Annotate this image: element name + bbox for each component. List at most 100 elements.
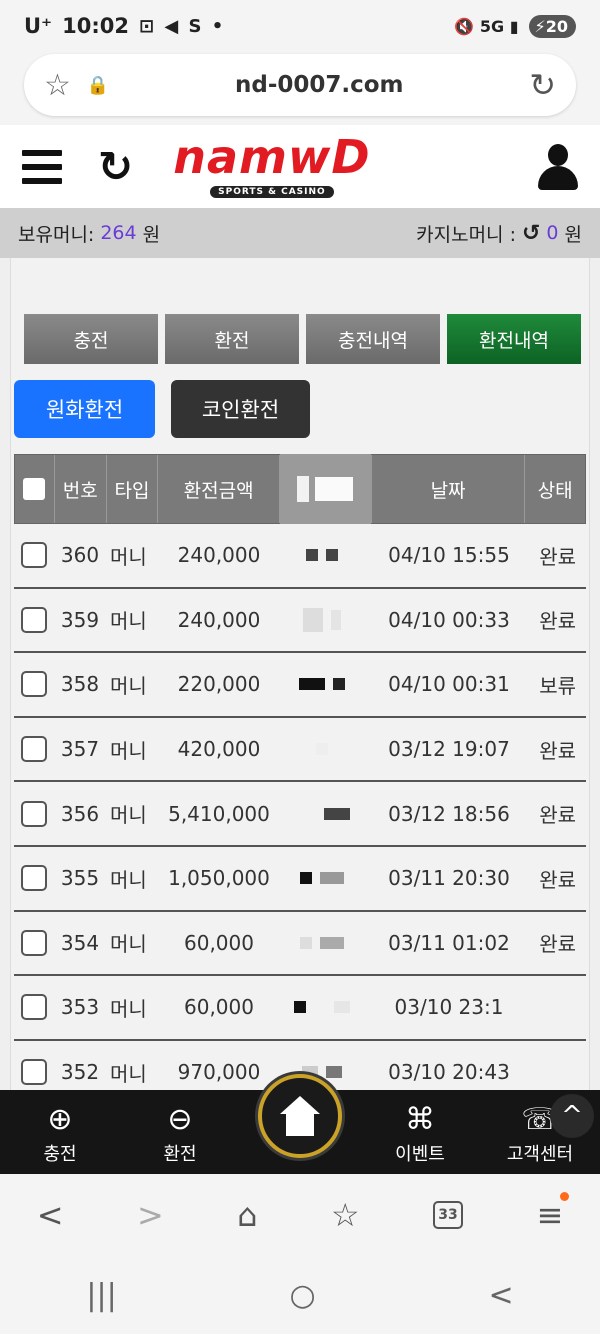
balance-unit: 원 — [142, 223, 161, 246]
row-date: 04/10 15:55 — [388, 543, 510, 568]
table-row[interactable]: 355 머니 1,050,000 03/11 20:30 완료 — [14, 846, 586, 912]
row-amount: 970,000 — [177, 1060, 261, 1085]
nav-withdraw-label: 환전 — [163, 1144, 197, 1165]
table-row[interactable]: 358 머니 220,000 04/10 00:31 보류 — [14, 653, 586, 718]
main-content: 충전 환전 충전내역 환전내역 원화환전 코인환전 번호 타입 환전금액 날짜 … — [0, 258, 600, 1090]
row-date: 03/12 18:56 — [388, 801, 510, 826]
table-row[interactable]: 360 머니 240,000 04/10 15:55 완료 — [14, 524, 586, 589]
scroll-top-button[interactable]: ^ — [550, 1094, 594, 1138]
notification-icons: ⊡ ◀ S • — [139, 15, 226, 37]
site-bottom-nav: ⊕ 충전 ⊖ 환전 ⌘ 이벤트 ☏ 고객센터 ^ — [0, 1074, 600, 1174]
row-checkbox[interactable] — [21, 671, 47, 698]
site-logo[interactable]: namwD SPORTS & CASINO — [173, 130, 371, 198]
row-status: 완료 — [539, 803, 576, 828]
row-type: 머니 — [110, 738, 147, 763]
logo-wordmark: namwD — [173, 130, 371, 184]
refresh-icon[interactable]: ↻ — [98, 142, 133, 191]
balance-value: 264 — [100, 222, 137, 244]
row-checkbox[interactable] — [21, 606, 47, 633]
row-checkbox[interactable] — [21, 929, 47, 956]
row-checkbox[interactable] — [21, 542, 47, 569]
row-type: 머니 — [110, 609, 147, 634]
select-all-checkbox[interactable] — [23, 478, 46, 500]
row-type: 머니 — [110, 996, 147, 1021]
tab-deposit[interactable]: 충전 — [24, 314, 158, 364]
header-amount: 환전금액 — [158, 455, 280, 523]
user-icon[interactable] — [538, 143, 578, 190]
row-no: 359 — [60, 607, 100, 632]
casino-refresh-icon[interactable]: ↺ — [522, 221, 540, 246]
subtab-coin-withdraw[interactable]: 코인환전 — [171, 380, 310, 438]
redaction-block — [276, 846, 368, 910]
url-text[interactable]: nd-0007.com — [109, 72, 529, 98]
tab-withdraw-history[interactable]: 환전내역 — [447, 314, 581, 364]
row-amount: 60,000 — [184, 930, 254, 955]
battery-indicator: ⚡20 — [528, 14, 576, 38]
tabs-button[interactable]: 33 — [433, 1201, 464, 1229]
nav-event[interactable]: ⌘ 이벤트 — [360, 1100, 480, 1166]
table-row[interactable]: 354 머니 60,000 03/11 01:02 완료 — [14, 911, 586, 977]
home-button[interactable] — [258, 1074, 342, 1158]
subtab-krw-withdraw[interactable]: 원화환전 — [14, 380, 155, 438]
system-home-icon[interactable]: ○ — [290, 1278, 316, 1313]
row-amount: 240,000 — [177, 543, 261, 568]
row-date: 04/10 00:31 — [388, 672, 510, 697]
signal-icons: 🔇 5G ▮ — [454, 16, 519, 36]
table-row[interactable]: 359 머니 240,000 04/10 00:33 완료 — [14, 588, 586, 654]
nav-support-label: 고객센터 — [506, 1144, 574, 1165]
address-bar[interactable]: ☆ 🔒 nd-0007.com ↻ — [24, 54, 576, 116]
row-type: 머니 — [110, 673, 147, 698]
nav-deposit[interactable]: ⊕ 충전 — [0, 1100, 120, 1166]
row-type: 머니 — [110, 867, 147, 892]
row-no: 355 — [60, 866, 100, 891]
bookmark-star-icon[interactable]: ☆ — [44, 68, 71, 103]
select-all-cell[interactable] — [15, 455, 55, 523]
recents-icon[interactable]: ||| — [86, 1278, 116, 1313]
row-checkbox[interactable] — [21, 800, 47, 827]
gift-icon: ⌘ — [405, 1102, 435, 1137]
row-checkbox[interactable] — [21, 994, 47, 1021]
tab-withdraw[interactable]: 환전 — [165, 314, 299, 364]
table-row[interactable]: 356 머니 5,410,000 03/12 18:56 완료 — [14, 782, 586, 847]
row-status: 보류 — [539, 673, 576, 698]
redaction-block — [276, 782, 368, 845]
row-checkbox[interactable] — [21, 865, 47, 892]
browser-home-icon[interactable]: ⌂ — [237, 1196, 257, 1234]
browser-menu-icon[interactable]: ≡ — [536, 1192, 570, 1234]
system-back-icon[interactable]: < — [488, 1278, 513, 1313]
lock-icon[interactable]: 🔒 — [87, 75, 109, 96]
system-nav-bar: ||| ○ < — [0, 1256, 600, 1334]
row-type: 머니 — [110, 1061, 147, 1086]
back-icon[interactable]: < — [37, 1196, 64, 1234]
row-no: 356 — [60, 801, 100, 826]
table-row[interactable]: 357 머니 420,000 03/12 19:07 완료 — [14, 717, 586, 783]
reload-icon[interactable]: ↻ — [529, 66, 556, 104]
tab-bar: 충전 환전 충전내역 환전내역 — [24, 314, 581, 364]
withdraw-history-table: 번호 타입 환전금액 날짜 상태 360 머니 240,000 04/10 15… — [14, 454, 586, 1090]
casino-money-label: 카지노머니 : — [416, 223, 516, 246]
row-date: 04/10 00:33 — [388, 607, 510, 632]
row-type: 머니 — [110, 932, 147, 957]
menu-icon[interactable] — [22, 149, 62, 184]
row-checkbox[interactable] — [21, 736, 47, 763]
row-type: 머니 — [110, 544, 147, 569]
row-type: 머니 — [110, 803, 147, 828]
tab-deposit-history[interactable]: 충전내역 — [306, 314, 440, 364]
table-row[interactable]: 353 머니 60,000 03/10 23:1 — [14, 976, 586, 1041]
money-bar: 보유머니: 264 원 카지노머니 : ↺ 0 원 — [0, 208, 600, 258]
row-date: 03/11 01:02 — [388, 930, 510, 955]
forward-icon[interactable]: > — [137, 1196, 164, 1234]
row-no: 358 — [60, 672, 100, 697]
piggy-minus-icon: ⊖ — [167, 1102, 193, 1137]
row-checkbox[interactable] — [21, 1059, 47, 1086]
redaction-block — [276, 911, 368, 975]
row-no: 353 — [60, 995, 100, 1020]
bookmarks-icon[interactable]: ☆ — [331, 1196, 360, 1234]
nav-withdraw[interactable]: ⊖ 환전 — [120, 1100, 240, 1166]
home-icon — [280, 1096, 320, 1136]
logo-subtitle: SPORTS & CASINO — [210, 186, 334, 198]
carrier-label: U⁺ — [24, 14, 53, 38]
row-date: 03/12 19:07 — [388, 737, 510, 762]
row-no: 354 — [60, 930, 100, 955]
row-no: 360 — [60, 543, 100, 568]
